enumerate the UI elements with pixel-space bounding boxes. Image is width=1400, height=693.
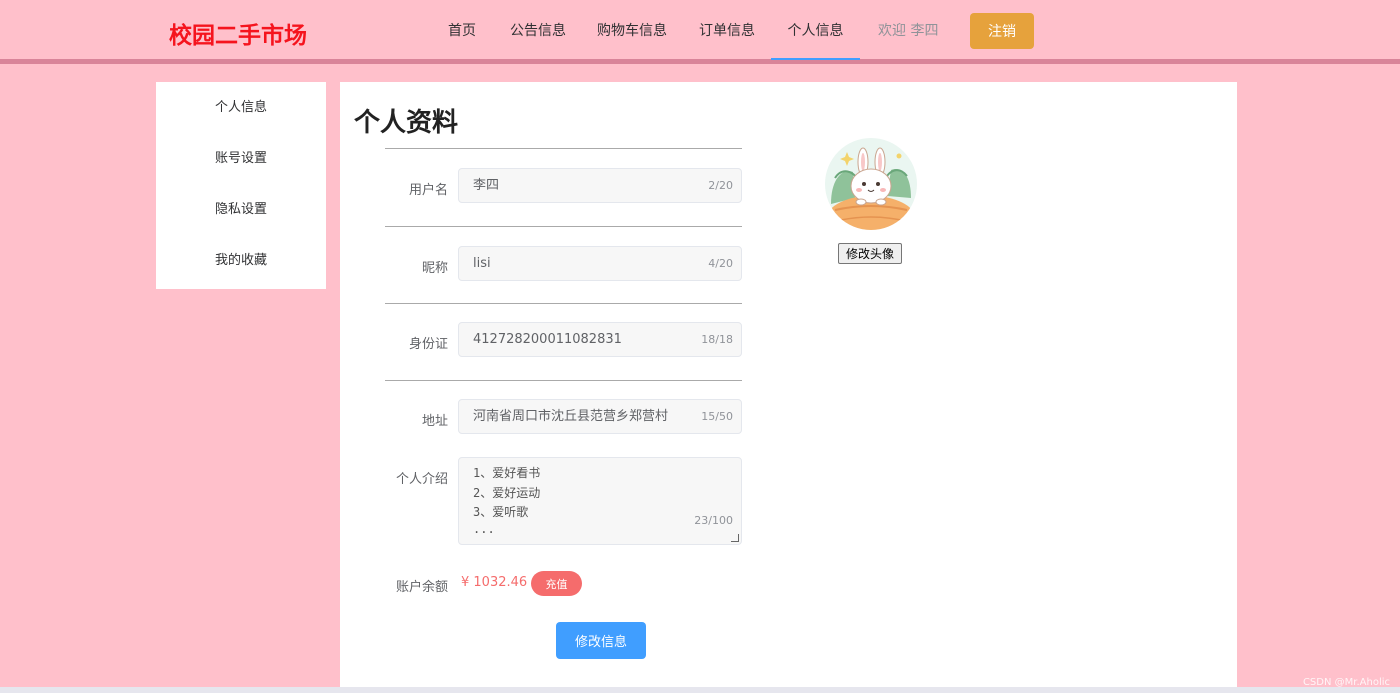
balance-value: ¥ 1032.46: [461, 575, 528, 590]
top-header: 校园二手市场 首页 公告信息 购物车信息 订单信息 个人信息 欢迎 李四 注销: [0, 0, 1400, 64]
nav-cart[interactable]: 购物车信息: [593, 0, 671, 58]
intro-textarea[interactable]: 1、爱好看书 2、爱好运动 3、爱听歌 ... 23/100: [458, 457, 742, 545]
divider: [385, 380, 742, 381]
idcard-input[interactable]: 412728200011082831 18/18: [458, 322, 742, 357]
nav-orders[interactable]: 订单信息: [695, 0, 759, 58]
divider: [385, 226, 742, 227]
change-avatar-button[interactable]: 修改头像: [838, 243, 902, 264]
sidebar-item-favorites[interactable]: 我的收藏: [156, 235, 326, 286]
recharge-button[interactable]: 充值: [531, 571, 582, 596]
resize-handle-icon[interactable]: [731, 534, 739, 542]
address-count: 15/50: [701, 410, 733, 423]
sidebar-menu: 个人信息 账号设置 隐私设置 我的收藏: [156, 82, 326, 289]
sidebar-item-privacy-settings[interactable]: 隐私设置: [156, 184, 326, 235]
username-count: 2/20: [708, 179, 733, 192]
intro-line: 2、爱好运动: [473, 486, 541, 500]
nav-home[interactable]: 首页: [441, 0, 483, 58]
balance-label: 账户余额: [395, 580, 448, 595]
avatar: [825, 138, 917, 230]
nickname-value: lisi: [473, 256, 491, 271]
nav-profile[interactable]: 个人信息: [771, 0, 860, 60]
idcard-value: 412728200011082831: [473, 332, 622, 347]
nickname-label: 昵称: [421, 261, 448, 276]
username-input[interactable]: 李四 2/20: [458, 168, 742, 203]
nickname-input[interactable]: lisi 4/20: [458, 246, 742, 281]
idcard-count: 18/18: [701, 333, 733, 346]
intro-count: 23/100: [694, 514, 733, 527]
intro-line: 1、爱好看书: [473, 466, 541, 480]
username-value: 李四: [473, 178, 500, 193]
divider: [385, 148, 742, 149]
idcard-label: 身份证: [408, 337, 448, 352]
nav-announcements[interactable]: 公告信息: [506, 0, 570, 58]
address-value: 河南省周口市沈丘县范营乡郑营村: [473, 409, 669, 424]
username-label: 用户名: [408, 183, 448, 198]
address-input[interactable]: 河南省周口市沈丘县范营乡郑营村 15/50: [458, 399, 742, 434]
bunny-avatar-icon: [825, 138, 917, 230]
address-label: 地址: [421, 414, 448, 429]
sidebar-item-profile[interactable]: 个人信息: [156, 82, 326, 133]
profile-panel: 个人资料 用户名 李四 2/20 昵称 lisi 4/20 身份证 412728…: [340, 82, 1237, 693]
sidebar-item-account-settings[interactable]: 账号设置: [156, 133, 326, 184]
intro-line: ...: [473, 522, 495, 536]
page-title: 个人资料: [354, 108, 459, 138]
intro-label: 个人介绍: [395, 472, 448, 487]
modify-info-button[interactable]: 修改信息: [556, 622, 646, 659]
nickname-count: 4/20: [708, 257, 733, 270]
divider: [385, 303, 742, 304]
logout-button[interactable]: 注销: [970, 13, 1034, 49]
brand-logo-text[interactable]: 校园二手市场: [169, 16, 307, 50]
welcome-text: 欢迎 李四: [878, 23, 939, 39]
bottom-strip: [0, 687, 1400, 693]
intro-line: 3、爱听歌: [473, 505, 529, 519]
